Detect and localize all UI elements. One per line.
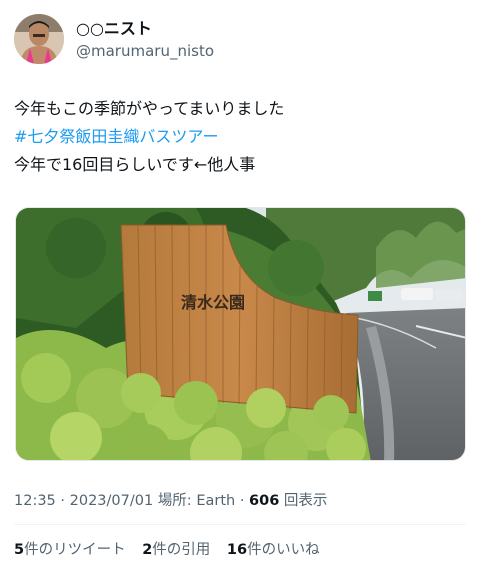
likes-stat[interactable]: 16件のいいね [227,538,320,559]
views-label: 回表示 [283,493,328,509]
likes-count: 16 [226,542,248,558]
retweets-count: 5 [14,542,25,558]
quotes-stat[interactable]: 2件の引用 [142,538,210,559]
tweet-time[interactable]: 12:35 [14,493,56,509]
tweet-meta: 12:35 · 2023/07/01 場所: Earth · 606 回表示 [14,489,327,510]
views-count: 606 [249,493,280,509]
divider [14,524,466,525]
display-name[interactable]: ○○ニスト [76,19,214,39]
location-label: 場所: [157,493,197,509]
tweet-text: 今年もこの季節がやってまいりました #七夕祭飯田圭織バスツアー 今年で16回目ら… [14,95,466,179]
meta-separator: · [60,493,70,509]
quotes-label: 件の引用 [152,542,211,558]
quotes-count: 2 [142,542,153,558]
retweets-label: 件のリツイート [24,542,126,558]
tweet-date[interactable]: 2023/07/01 [70,493,154,509]
author-names: ○○ニスト @marumaru_nisto [76,19,214,61]
avatar[interactable] [14,14,64,64]
park-sign-photo: 清水公園 [16,208,465,460]
user-handle[interactable]: @marumaru_nisto [76,41,214,61]
avatar-image [14,14,64,64]
hashtag-link[interactable]: #七夕祭飯田圭織バスツアー [14,123,466,151]
engagement-stats: 5件のリツイート 2件の引用 16件のいいね [14,538,332,559]
location-value[interactable]: Earth [196,493,235,509]
likes-label: 件のいいね [247,542,320,558]
tweet-line-1: 今年もこの季節がやってまいりました [14,99,285,118]
tweet-photo[interactable]: 清水公園 [15,207,466,461]
meta-separator: · [239,493,250,509]
tweet-line-3: 今年で16回目らしいです←他人事 [14,155,256,174]
sign-text: 清水公園 [181,293,245,312]
tweet-header: ○○ニスト @marumaru_nisto [14,14,466,66]
retweets-stat[interactable]: 5件のリツイート [14,538,126,559]
